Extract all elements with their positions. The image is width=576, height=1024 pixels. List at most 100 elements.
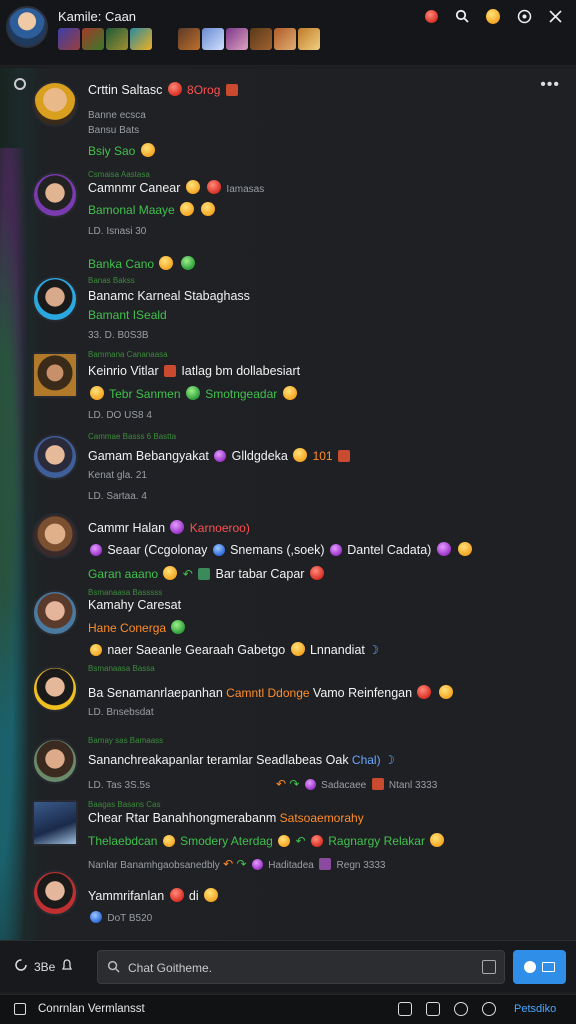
emote-thumb[interactable] [202,28,224,50]
emote-thumb[interactable] [298,28,320,50]
emoji-icon [293,448,308,462]
message-meta: Bansu Bats [88,125,140,136]
message-tag: Csmaisa Aastasa [88,170,150,179]
search-icon[interactable] [453,7,471,25]
username[interactable]: Sananchreakapanlar teramlar Seadlabeas O… [88,753,349,767]
user-avatar[interactable] [6,6,48,48]
emoji-icon [329,544,342,556]
send-button[interactable] [513,950,566,984]
badge-icon [167,82,182,96]
username[interactable]: Keinrio Vitlar [88,364,159,378]
username[interactable]: Cammr Halan [88,521,165,535]
channel-title: Kamile: Caan [58,9,137,24]
username[interactable]: Kamahy Caresat [88,598,181,612]
meta-right: Haditadea [268,860,314,871]
avatar[interactable] [32,666,78,712]
emoji-icon [90,544,102,556]
emote-thumb[interactable] [82,28,104,50]
chat-input[interactable]: Chat Goitheme. [97,950,505,984]
meta-right: Regn 3333 [336,860,386,871]
bell-icon[interactable] [61,958,73,975]
close-icon[interactable] [546,7,564,25]
status-label: Conrnlan Vermlansst [38,1003,145,1015]
message-header: Camnmr Canear Iamasas [88,180,264,195]
avatar[interactable] [32,513,78,559]
forward-icon[interactable]: ↷ [237,857,247,871]
message-body: Tebr Sanmen Smotngeadar [88,386,299,401]
message-tag: Bammana Cananaasa [88,350,168,359]
checkbox-icon[interactable] [14,1003,26,1015]
moon-icon: ☽ [368,643,379,657]
apps-icon[interactable] [426,1002,440,1016]
grid-icon[interactable] [398,1002,412,1016]
settings-icon[interactable] [515,7,533,25]
emote-thumb[interactable] [250,28,272,50]
emote-thumb[interactable] [106,28,128,50]
message-header: Chear Rtar Banahhongmerabanm Satsoaemora… [88,811,364,825]
emote-thumb[interactable] [130,28,152,50]
avatar[interactable] [32,172,78,218]
status-link[interactable]: Petsdiko [514,1003,556,1015]
avatar[interactable] [32,738,78,784]
emoji-icon [171,620,186,634]
username[interactable]: Ba Senamanrlaepanhan [88,686,223,700]
composer-label[interactable]: 3Be [34,960,55,974]
emoji-icon[interactable] [484,7,502,25]
emoji-icon [309,566,324,580]
reply-icon[interactable]: ↶ [276,777,286,791]
emoji-icon [163,566,178,580]
emoji-icon [185,386,200,400]
emoji-icon[interactable] [482,1002,496,1016]
reaction-text: Dantel Cadata) [347,543,432,557]
username[interactable]: Yammrifanlan [88,889,164,903]
avatar[interactable] [32,434,78,480]
message-tag: Baagas Basans Cas [88,800,161,809]
username[interactable]: Crttin Saltasc [88,83,162,97]
status-text: Thelaebdcan [88,834,158,848]
emote-thumb[interactable] [58,28,80,50]
status-text: Smodery Aterdag [180,834,273,848]
refresh-icon[interactable] [14,958,28,975]
avatar[interactable] [32,352,78,398]
more-options-icon[interactable]: ••• [540,76,560,94]
emoji-icon [170,520,185,534]
avatar[interactable] [32,800,78,846]
emote-thumb[interactable] [178,28,200,50]
emoji-icon [203,888,218,902]
emoji-icon [304,779,316,790]
badge-icon [337,450,350,462]
chat-panel[interactable]: ••• Crttin Saltasc 8Orog Banne ecsca Ban… [0,68,576,940]
record-icon[interactable] [454,1002,468,1016]
notification-icon[interactable] [422,7,440,25]
reaction-text: Seaar (Ccgolonay [107,543,208,557]
avatar[interactable] [32,590,78,636]
message-text: naer Saeanle Gearaah Gabetgo [107,643,286,657]
avatar[interactable] [32,870,78,916]
emote-thumb[interactable] [274,28,296,50]
username[interactable]: Chear Rtar Banahhongmerabanm [88,811,276,825]
image-icon[interactable] [482,960,496,974]
message-meta: LD. Tas 3S.5s [88,780,151,791]
username[interactable]: Camnmr Canear [88,181,180,195]
username[interactable]: Banamc Karneal Stabaghass [88,289,250,303]
emoji-icon [438,685,453,699]
emote-thumb[interactable] [226,28,248,50]
status-text: Tebr Sanmen [109,387,181,401]
avatar[interactable] [32,276,78,322]
status-icons [398,1002,496,1016]
status-text: Bamant ISeald [88,308,167,322]
forward-icon[interactable]: ↷ [289,777,299,791]
avatar[interactable] [32,81,78,127]
meta-right: Sadacaee [321,780,367,791]
message-body: Hane Conerga [88,620,187,635]
message-meta: LD. Isnasi 30 [88,226,147,237]
emoji-icon [212,544,225,556]
message-meta-row: Nanlar Banamhgaobsanedbly ↶ ↷ Haditadea … [88,857,385,871]
status-text: Banka Cano [88,257,155,271]
reply-icon[interactable]: ↶ [223,857,233,871]
username[interactable]: Gamam Bebangyakat [88,449,209,463]
message-extra: Camntl Ddonge [226,686,310,700]
message-count: 101 [312,449,333,463]
grid-icon [198,568,211,580]
message-tag-text: Glldgdeka [231,449,288,463]
